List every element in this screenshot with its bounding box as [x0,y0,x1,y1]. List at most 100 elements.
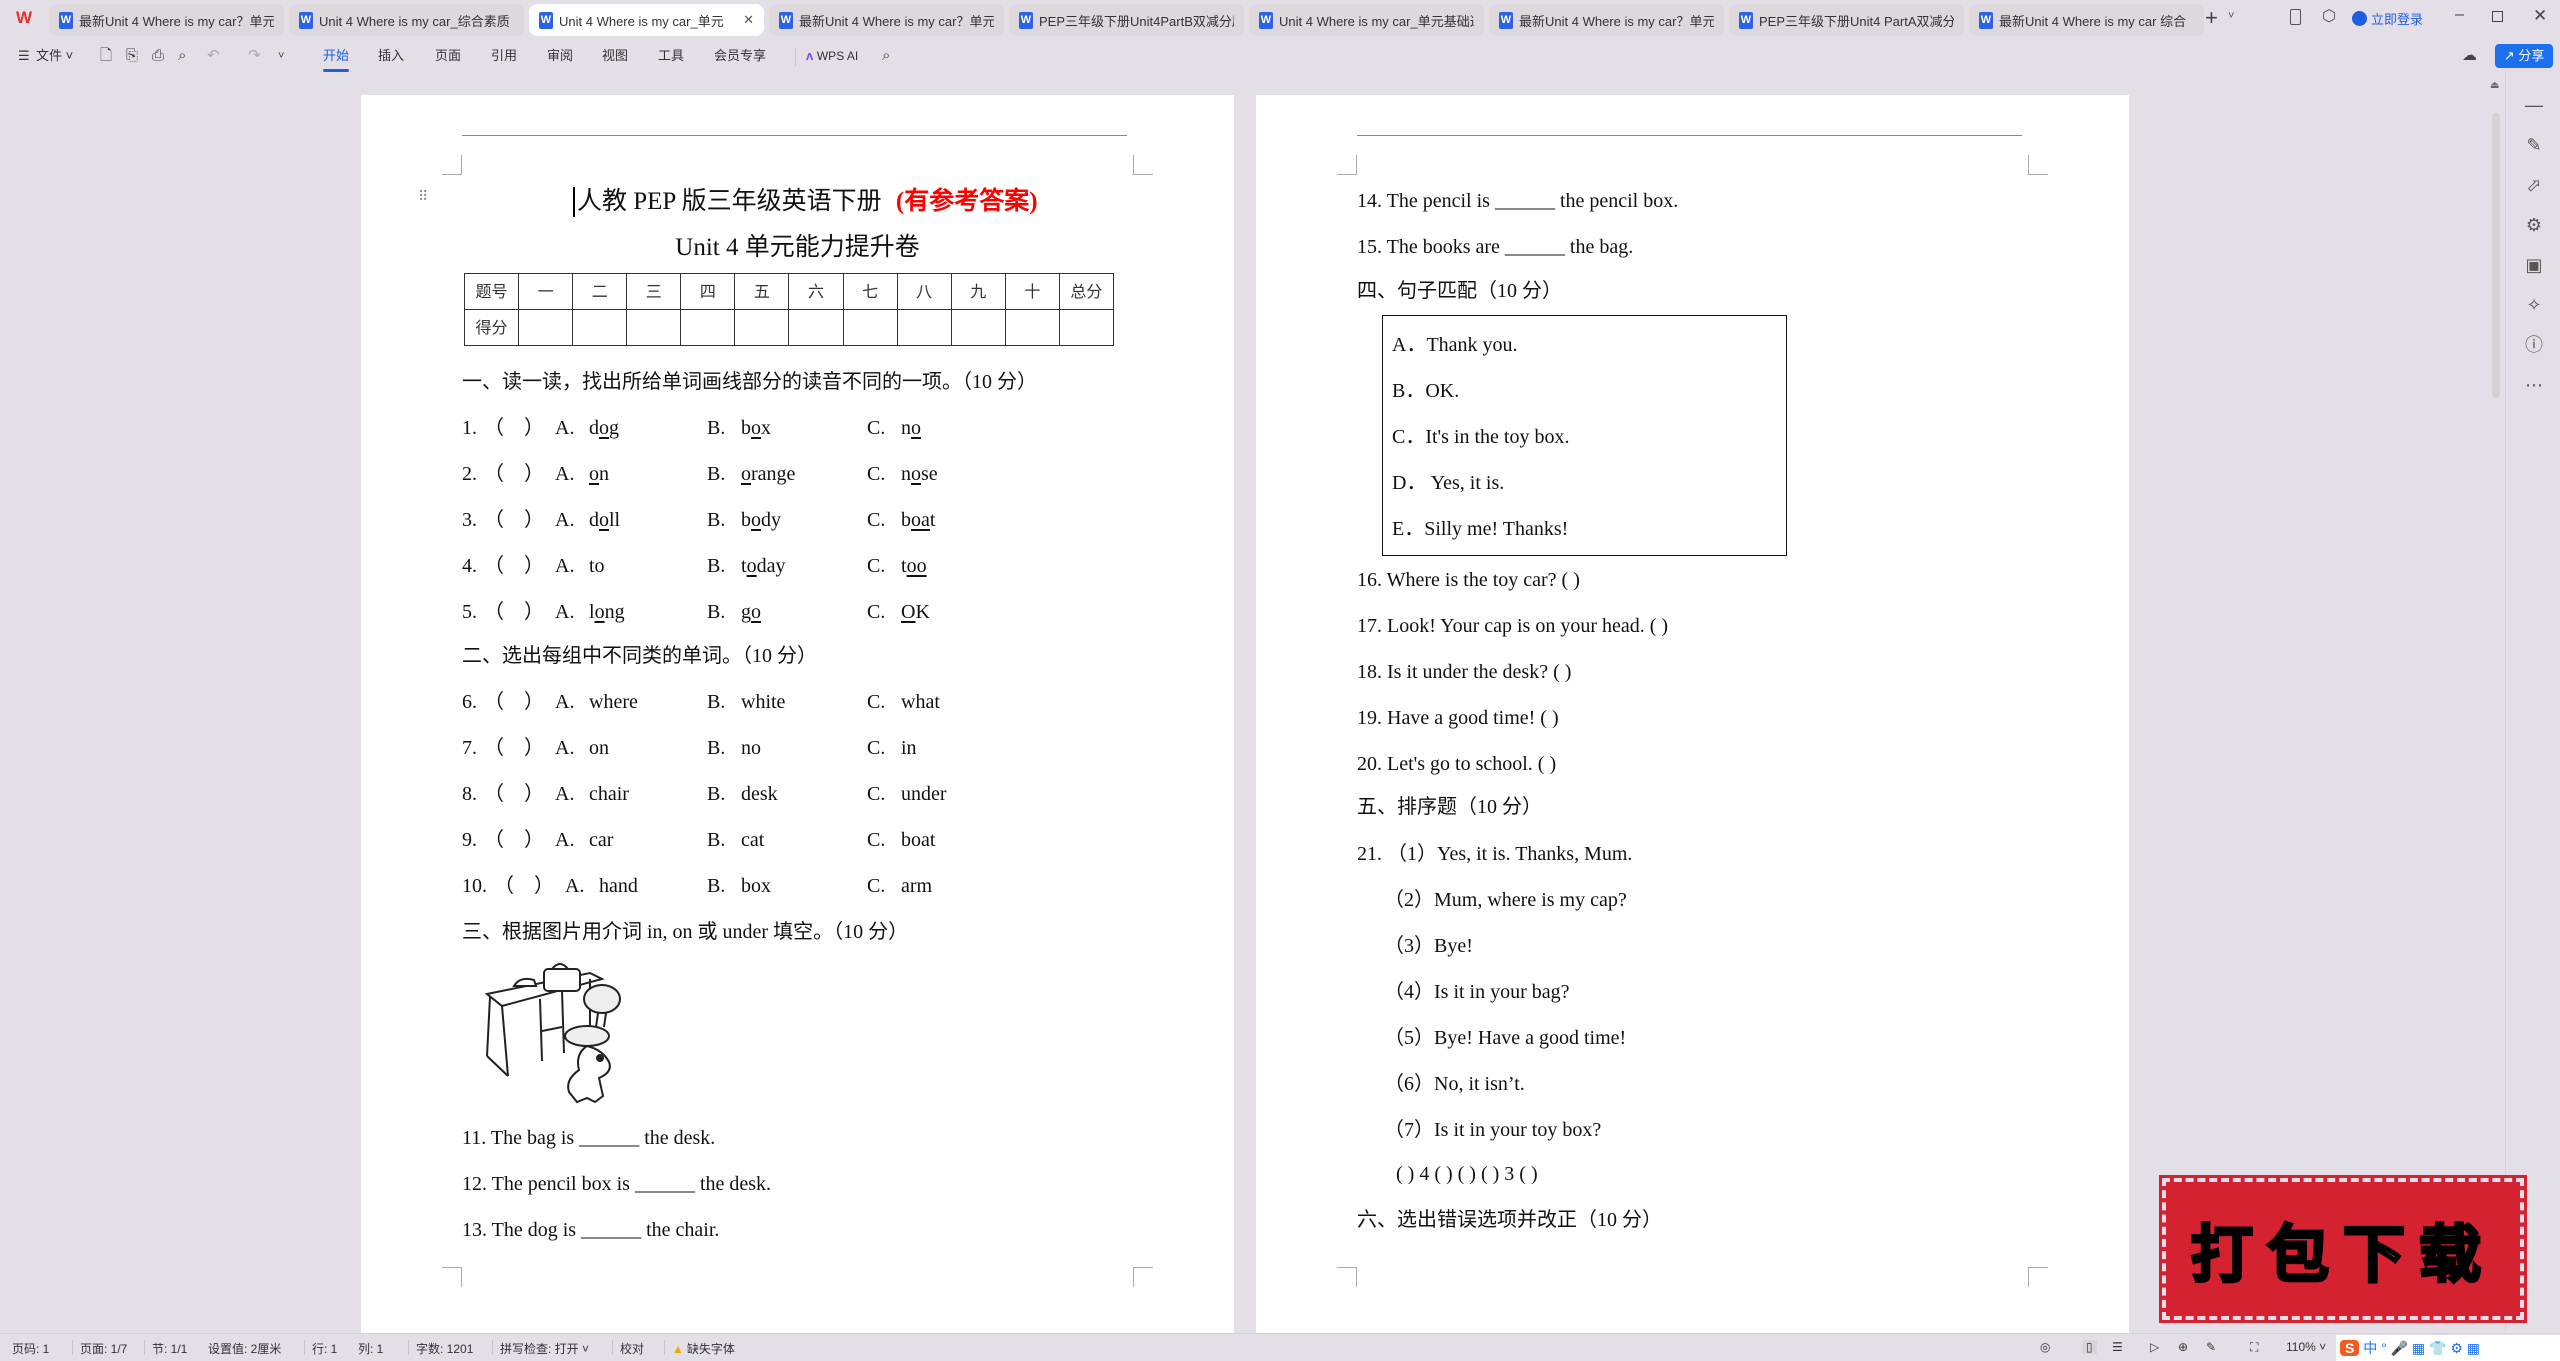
tab-document-2[interactable]: W Unit 4 Where is my car_综合素质 [289,4,524,36]
menu-tab-8[interactable]: 会员专享 [714,46,766,66]
status-item-9[interactable]: 校对 [620,1340,644,1357]
zoom-level[interactable]: 110% ˅ [2286,1340,2326,1354]
tab-document-1[interactable]: W 最新Unit 4 Where is my car？单元 [49,4,284,36]
score-input-cell[interactable] [626,309,682,346]
tab-document-9[interactable]: W 最新Unit 4 Where is my car 综合 [1969,4,2204,36]
search-icon[interactable]: ⌕ [882,46,890,66]
menu-tab-7[interactable]: 工具 [658,46,684,66]
pen-icon[interactable]: ✎ [2524,125,2544,165]
window-layout-icon[interactable] [2290,9,2301,25]
collapse-icon[interactable]: — [2524,85,2544,125]
wps-logo[interactable]: W [16,8,32,28]
status-item-10[interactable]: ▲ 缺失字体 [672,1340,735,1357]
score-input-cell[interactable] [788,309,844,346]
margin-mark [1337,1267,1357,1287]
word-doc-icon: W [59,11,73,29]
save-icon[interactable]: 🗋 [100,46,112,66]
score-header-cell: 八 [896,273,952,310]
fit-page-icon[interactable]: ⛶ [2250,1340,2258,1355]
redo-icon[interactable]: ↷ [248,46,261,66]
option-label: A. [555,463,575,485]
sogou-logo-icon: S [2340,1340,2360,1356]
tab-document-5[interactable]: W PEP三年级下册Unit4PartB双减分层 [1009,4,1244,36]
score-input-cell[interactable] [518,309,574,346]
status-item-4: 设置值: 2厘米 [208,1340,281,1357]
option-label: C. [867,737,886,759]
tab-list-chevron-icon[interactable]: ˅ [2228,10,2234,22]
vertical-scrollbar[interactable] [2492,113,2500,398]
restore-button[interactable] [2492,11,2503,22]
new-tab-button[interactable]: + [2205,5,2218,31]
menu-tab-5[interactable]: 审阅 [547,46,573,66]
word-part: d [589,509,599,531]
sliders-icon[interactable]: ⚙ [2524,205,2544,245]
ordering-item: （2）Mum, where is my cap? [1384,889,1627,911]
cursor-icon[interactable]: ⬀ [2524,165,2544,205]
more-icon[interactable]: ⋯ [2524,365,2544,405]
tab-document-7[interactable]: W 最新Unit 4 Where is my car？单元 [1489,4,1724,36]
login-button[interactable]: 立即登录 [2352,9,2423,28]
image-tool-icon[interactable]: ▣ [2524,245,2544,285]
download-stamp[interactable]: 打包下载 [2159,1175,2527,1323]
export-icon[interactable]: ⎘ [126,46,138,66]
ime-toolbar[interactable]: S 中 ° 🎤 ▦ 👕 ⚙ ▦ [2336,1335,2560,1361]
title-text: 人教 PEP 版三年级英语下册 [577,188,882,215]
pen-view-icon[interactable]: ✎ [2206,1340,2216,1354]
menu-icon[interactable]: ☰ [18,46,30,66]
score-input-cell[interactable] [842,309,898,346]
question-number: 9. [462,829,477,851]
web-view-icon[interactable]: ⊕ [2178,1340,2188,1354]
drag-handle-icon[interactable]: ⠿ [418,189,428,206]
eye-protect-icon[interactable]: ◎ [2040,1340,2050,1354]
print-icon[interactable]: ⎙ [152,46,164,66]
cloud-sync-icon[interactable]: ☁ [2462,46,2477,66]
word-part: n [599,463,609,485]
play-icon[interactable]: ▷ [2150,1340,2159,1354]
tab-document-3[interactable]: W Unit 4 Where is my car_单元 ✕ [529,4,764,36]
file-menu[interactable]: 文件 ˅ [36,46,73,66]
option-label: C. [867,555,886,577]
menu-tab-3[interactable]: 页面 [435,46,461,66]
wps-ai-button[interactable]: ʌ WPS AI [806,46,858,66]
option-word: doll [589,508,620,532]
word-doc-icon: W [1739,11,1753,29]
score-input-cell[interactable] [680,309,736,346]
page-view-icon[interactable]: ▯ [2082,1340,2097,1354]
score-input-cell[interactable] [1004,309,1060,346]
underlined-letters: O [901,601,916,623]
menu-tab-1[interactable]: 开始 [323,46,350,72]
score-input-cell[interactable] [950,309,1006,346]
minimize-button[interactable]: – [2455,6,2464,24]
fill-blank-question: 12. The pencil box is ______ the desk. [462,1173,772,1195]
more-chevron-icon[interactable]: ˅ [278,46,284,66]
tab-document-8[interactable]: W PEP三年级下册Unit4 PartA双减分层 [1729,4,1964,36]
undo-icon[interactable]: ↶ [207,46,220,66]
outline-view-icon[interactable]: ☰ [2112,1340,2123,1354]
menu-tab-4[interactable]: 引用 [491,46,517,66]
scroll-top-icon[interactable]: ⏏ [2490,80,2499,91]
underlined-letters: o [594,601,605,623]
close-tab-icon[interactable]: ✕ [743,12,754,28]
score-input-cell[interactable] [896,309,952,346]
tab-document-6[interactable]: W Unit 4 Where is my car_单元基础达 [1249,4,1484,36]
document-page-2[interactable]: 14. The pencil is ______ the pencil box.… [1256,95,2129,1335]
score-header-cell: 五 [734,273,790,310]
help-icon[interactable]: ⓘ [2524,325,2544,365]
score-input-cell[interactable] [734,309,790,346]
close-window-button[interactable]: ✕ [2533,6,2547,26]
score-input-cell[interactable] [1058,309,1115,346]
score-input-cell[interactable] [572,309,628,346]
option-label: B. [707,509,726,531]
share-button[interactable]: ↗ 分享 [2495,44,2553,68]
menu-tab-6[interactable]: 视图 [602,46,628,66]
document-page-1[interactable]: ⠿ 人教 PEP 版三年级英语下册 (有参考答案) Unit 4 单元能力提升卷… [361,95,1234,1335]
tab-document-4[interactable]: W 最新Unit 4 Where is my car？单元 [769,4,1004,36]
print-preview-icon[interactable]: ⌕ [178,46,186,66]
status-item-8[interactable]: 拼写检查: 打开 ˅ [500,1340,589,1357]
magic-tool-icon[interactable]: ✧ [2524,285,2544,325]
menu-tab-2[interactable]: 插入 [378,46,404,66]
word-doc-icon: W [1499,11,1513,29]
status-text: 拼写检查: 打开 ˅ [500,1342,590,1356]
cube-icon[interactable]: ⬡ [2322,6,2336,26]
option-word: nose [901,462,938,486]
